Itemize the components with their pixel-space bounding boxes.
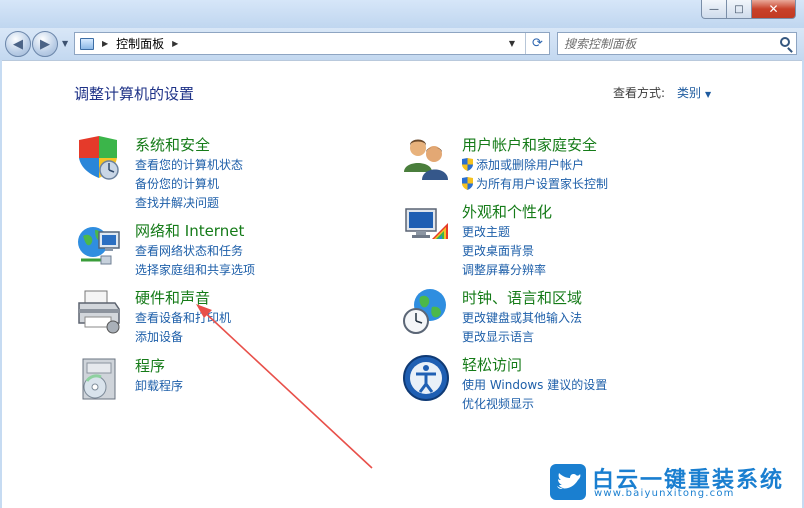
hardware-sound-icon — [78, 290, 120, 334]
close-button[interactable]: ✕ — [752, 0, 796, 19]
page-title: 调整计算机的设置 — [74, 85, 195, 103]
breadcrumb-control-panel[interactable]: 控制面板 — [116, 35, 164, 52]
category-system-security: 系统和安全 查看您的计算机状态 备份您的计算机 查找并解决问题 — [75, 134, 335, 210]
chevron-down-icon: ▼ — [705, 90, 712, 99]
category-user-accounts: 用户帐户和家庭安全 添加或删除用户帐户 为所有用户设置家长控制 — [402, 134, 702, 196]
system-security-icon — [79, 136, 119, 180]
maximize-button[interactable]: □ — [727, 0, 752, 19]
link-recommended-settings[interactable]: 使用 Windows 建议的设置 — [462, 376, 607, 393]
link-uninstall-program[interactable]: 卸载程序 — [135, 377, 183, 394]
search-input[interactable] — [558, 33, 758, 54]
link-display-language[interactable]: 更改显示语言 — [462, 328, 534, 345]
arrow-right-icon: ▶ — [40, 36, 50, 52]
category-title[interactable]: 用户帐户和家庭安全 — [462, 134, 597, 155]
network-internet-icon — [78, 227, 120, 265]
link-add-device[interactable]: 添加设备 — [135, 328, 183, 345]
control-panel-icon — [80, 37, 94, 50]
link-label: 为所有用户设置家长控制 — [476, 177, 609, 191]
title-bar: — □ ✕ — [0, 0, 804, 30]
ease-of-access-icon — [403, 355, 449, 401]
link-backup-computer[interactable]: 备份您的计算机 — [135, 175, 219, 192]
link-devices-printers[interactable]: 查看设备和打印机 — [135, 309, 231, 326]
appearance-icon — [405, 208, 448, 239]
category-title[interactable]: 时钟、语言和区域 — [462, 287, 582, 308]
view-by-dropdown[interactable]: 类别 ▼ — [677, 84, 711, 101]
category-title[interactable]: 外观和个性化 — [462, 201, 552, 222]
category-appearance: 外观和个性化 更改主题 更改桌面背景 调整屏幕分辨率 — [402, 201, 702, 277]
link-label: 添加或删除用户帐户 — [476, 158, 585, 172]
link-keyboard-input[interactable]: 更改键盘或其他输入法 — [462, 309, 582, 326]
search-icon[interactable] — [780, 37, 790, 47]
forward-button[interactable]: ▶ — [32, 31, 58, 57]
category-clock-region: 时钟、语言和区域 更改键盘或其他输入法 更改显示语言 — [402, 287, 702, 347]
refresh-button[interactable]: ⟳ — [525, 33, 549, 54]
uac-shield-icon — [462, 177, 473, 190]
programs-icon — [82, 358, 116, 400]
watermark-logo — [550, 464, 586, 500]
window-controls: — □ ✕ — [701, 0, 796, 19]
breadcrumb-chevron-icon[interactable]: ▶ — [172, 39, 178, 48]
refresh-icon: ⟳ — [532, 36, 543, 51]
link-screen-resolution[interactable]: 调整屏幕分辨率 — [462, 261, 546, 278]
search-box — [557, 32, 797, 55]
recent-pages-dropdown[interactable]: ▼ — [62, 39, 68, 48]
link-add-remove-accounts[interactable]: 添加或删除用户帐户 — [462, 156, 584, 173]
view-by-value: 类别 — [677, 86, 702, 100]
link-homegroup[interactable]: 选择家庭组和共享选项 — [135, 261, 255, 278]
category-programs: 程序 卸载程序 — [75, 355, 335, 405]
link-desktop-background[interactable]: 更改桌面背景 — [462, 242, 534, 259]
watermark: 白云一键重装系统 www.baiyunxitong.com — [550, 464, 800, 504]
navigation-bar: ◀ ▶ ▼ ▶ 控制面板 ▶ ▼ ⟳ — [0, 28, 804, 60]
category-title[interactable]: 系统和安全 — [135, 134, 210, 155]
link-view-computer-status[interactable]: 查看您的计算机状态 — [135, 156, 243, 173]
main-content: 调整计算机的设置 查看方式: 类别 ▼ 系统和安全 查看您的计算机状态 备份您的计… — [2, 60, 802, 508]
link-troubleshoot[interactable]: 查找并解决问题 — [135, 194, 219, 211]
category-hardware-sound: 硬件和声音 查看设备和打印机 添加设备 — [75, 287, 335, 347]
category-ease-of-access: 轻松访问 使用 Windows 建议的设置 优化视频显示 — [402, 354, 702, 414]
bird-icon — [557, 473, 581, 489]
category-title[interactable]: 网络和 Internet — [135, 220, 244, 241]
link-parental-controls[interactable]: 为所有用户设置家长控制 — [462, 175, 608, 192]
breadcrumb-chevron-icon[interactable]: ▶ — [102, 39, 108, 48]
category-title[interactable]: 硬件和声音 — [135, 287, 210, 308]
link-optimize-display[interactable]: 优化视频显示 — [462, 395, 534, 412]
clock-region-icon — [403, 289, 446, 334]
link-network-status[interactable]: 查看网络状态和任务 — [135, 242, 243, 259]
user-accounts-icon — [404, 139, 448, 180]
watermark-url: www.baiyunxitong.com — [594, 488, 735, 499]
minimize-button[interactable]: — — [701, 0, 727, 19]
category-title[interactable]: 程序 — [135, 355, 165, 376]
category-title[interactable]: 轻松访问 — [462, 354, 522, 375]
link-change-theme[interactable]: 更改主题 — [462, 223, 510, 240]
address-bar[interactable]: ▶ 控制面板 ▶ ▼ ⟳ — [74, 32, 550, 55]
arrow-left-icon: ◀ — [13, 36, 23, 52]
view-by-label: 查看方式: — [613, 86, 666, 100]
address-dropdown-button[interactable]: ▼ — [503, 33, 521, 54]
uac-shield-icon — [462, 158, 473, 171]
back-button[interactable]: ◀ — [5, 31, 31, 57]
category-network-internet: 网络和 Internet 查看网络状态和任务 选择家庭组和共享选项 — [75, 220, 335, 280]
